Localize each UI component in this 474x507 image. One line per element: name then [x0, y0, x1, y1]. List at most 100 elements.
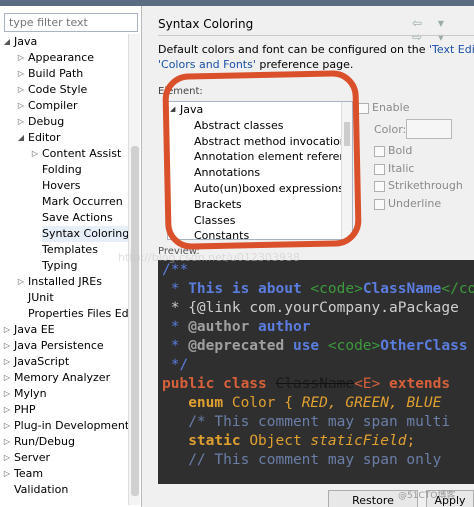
tree-item-label: Editor: [28, 131, 61, 144]
expand-arrow-icon[interactable]: ▷: [2, 338, 12, 354]
text-editors-link[interactable]: 'Text Editors': [429, 43, 474, 56]
code-token: *: [162, 319, 189, 335]
tree-item-code-style[interactable]: ▷ Code Style: [0, 82, 128, 98]
tree-item-junit[interactable]: JUnit: [0, 290, 128, 306]
tree-item-templates[interactable]: Templates: [0, 242, 128, 258]
code-token: use: [284, 338, 328, 354]
tree-item-label: Team: [14, 467, 44, 480]
tree-scrollbar-thumb[interactable]: [131, 146, 139, 496]
tree-item-label: Debug: [28, 115, 65, 128]
code-line: * @author author: [162, 318, 311, 337]
code-token: RED, GREEN, BLUE: [301, 395, 442, 411]
expand-arrow-icon[interactable]: ▷: [16, 98, 26, 114]
tree-item-appearance[interactable]: ▷ Appearance: [0, 50, 128, 66]
tree-item-mark-occurren[interactable]: Mark Occurren: [0, 194, 128, 210]
tree-item-label: Build Path: [28, 67, 84, 80]
tree-item-label: Code Style: [28, 83, 88, 96]
tree-item-folding[interactable]: Folding: [0, 162, 128, 178]
strikethrough-checkbox[interactable]: [374, 181, 385, 192]
code-line: enum Color { RED, GREEN, BLUE: [162, 394, 441, 413]
tree-item-label: Properties Files Ed: [28, 307, 128, 320]
tree-item-label: Memory Analyzer: [14, 371, 111, 384]
expand-arrow-icon[interactable]: ▷: [2, 322, 12, 338]
tree-item-label: Installed JREs: [28, 275, 102, 288]
tree-item-label: Java Persistence: [14, 339, 104, 352]
bold-label: Bold: [388, 144, 413, 157]
desc-text: Default colors and font can be configure…: [158, 43, 429, 56]
tree-item-properties-files-ed[interactable]: Properties Files Ed: [0, 306, 128, 322]
code-token: <code>: [310, 281, 363, 297]
title-separator: [158, 35, 474, 36]
filter-input[interactable]: [5, 14, 137, 31]
tree-item-installed-jres[interactable]: ▷ Installed JREs: [0, 274, 128, 290]
code-token: This is about: [188, 281, 311, 297]
expand-arrow-icon[interactable]: ▷: [16, 50, 26, 66]
expand-arrow-icon[interactable]: ▷: [16, 274, 26, 290]
red-highlight-annotation: [162, 69, 362, 251]
expand-arrow-icon[interactable]: ▷: [16, 66, 26, 82]
expand-arrow-icon[interactable]: ▷: [2, 402, 12, 418]
tree-item-php[interactable]: ▷ PHP: [0, 402, 128, 418]
tree-item-memory-analyzer[interactable]: ▷ Memory Analyzer: [0, 370, 128, 386]
tree-item-javascript[interactable]: ▷ JavaScript: [0, 354, 128, 370]
tree-item-java-ee[interactable]: ▷ Java EE: [0, 322, 128, 338]
tree-item-label: Content Assist: [42, 147, 122, 160]
expand-arrow-icon[interactable]: ▷: [16, 114, 26, 130]
history-nav-arrows[interactable]: ⇦ ▾ ⇨ ▾: [412, 16, 474, 44]
tree-item-compiler[interactable]: ▷ Compiler: [0, 98, 128, 114]
tree-item-validation[interactable]: Validation: [0, 482, 128, 498]
italic-checkbox[interactable]: [374, 164, 385, 175]
code-token: *: [162, 338, 189, 354]
code-preview: /** * This is about <code>ClassName</cod…: [158, 260, 474, 484]
tree-item-label: Typing: [42, 259, 78, 272]
expand-arrow-icon[interactable]: ▷: [16, 82, 26, 98]
tree-item-plug-in-development[interactable]: ▷ Plug-in Development: [0, 418, 128, 434]
code-token: /**: [162, 262, 189, 278]
tree-item-build-path[interactable]: ▷ Build Path: [0, 66, 128, 82]
bold-checkbox[interactable]: [374, 146, 385, 157]
colors-and-fonts-link[interactable]: 'Colors and Fonts': [158, 58, 256, 71]
code-line: public class ClassName<E> extends: [162, 375, 450, 394]
expand-arrow-icon[interactable]: ▷: [2, 450, 12, 466]
code-line: */: [162, 356, 188, 375]
expand-arrow-icon[interactable]: ▷: [2, 466, 12, 482]
tree-item-mylyn[interactable]: ▷ Mylyn: [0, 386, 128, 402]
tree-item-team[interactable]: ▷ Team: [0, 466, 128, 482]
code-token: ClassName: [275, 376, 355, 392]
collapse-arrow-icon[interactable]: ◢: [16, 130, 26, 146]
tree-item-server[interactable]: ▷ Server: [0, 450, 128, 466]
expand-arrow-icon[interactable]: ▷: [2, 386, 12, 402]
tree-item-typing[interactable]: Typing: [0, 258, 128, 274]
tree-item-java-persistence[interactable]: ▷ Java Persistence: [0, 338, 128, 354]
code-token: staticField: [310, 433, 407, 449]
code-token: <code>: [327, 338, 381, 354]
tree-item-label: Java EE: [14, 323, 55, 336]
tree-item-label: Appearance: [28, 51, 95, 64]
underline-checkbox[interactable]: [374, 199, 385, 210]
tree-item-debug[interactable]: ▷ Debug: [0, 114, 128, 130]
color-picker-button[interactable]: [406, 119, 452, 139]
code-token: com.yourCompany.aPackage: [249, 300, 459, 316]
expand-arrow-icon[interactable]: ▷: [2, 354, 12, 370]
tree-scrollbar[interactable]: [128, 34, 140, 505]
collapse-arrow-icon[interactable]: ◢: [2, 34, 12, 50]
code-line: * @deprecated use <code>OtherClass: [162, 337, 468, 356]
code-token: */: [162, 357, 189, 373]
tree-item-save-actions[interactable]: Save Actions: [0, 210, 128, 226]
enable-checkbox[interactable]: [358, 103, 369, 114]
tree-item-syntax-coloring[interactable]: Syntax Coloring: [0, 226, 128, 242]
tree-item-editor[interactable]: ◢ Editor: [0, 130, 128, 146]
tree-item-content-assist[interactable]: ▷ Content Assist: [0, 146, 128, 162]
filter-box[interactable]: [4, 13, 138, 32]
expand-arrow-icon[interactable]: ▷: [2, 418, 12, 434]
tree-item-java[interactable]: ◢ Java: [0, 34, 128, 50]
tree-item-label: Compiler: [28, 99, 78, 112]
tree-item-hovers[interactable]: Hovers: [0, 178, 128, 194]
code-token: static: [162, 433, 250, 449]
expand-arrow-icon[interactable]: ▷: [2, 434, 12, 450]
enable-label: Enable: [372, 101, 410, 114]
tree-item-run-debug[interactable]: ▷ Run/Debug: [0, 434, 128, 450]
code-token: ;: [406, 433, 416, 449]
expand-arrow-icon[interactable]: ▷: [2, 370, 12, 386]
expand-arrow-icon[interactable]: ▷: [30, 146, 40, 162]
